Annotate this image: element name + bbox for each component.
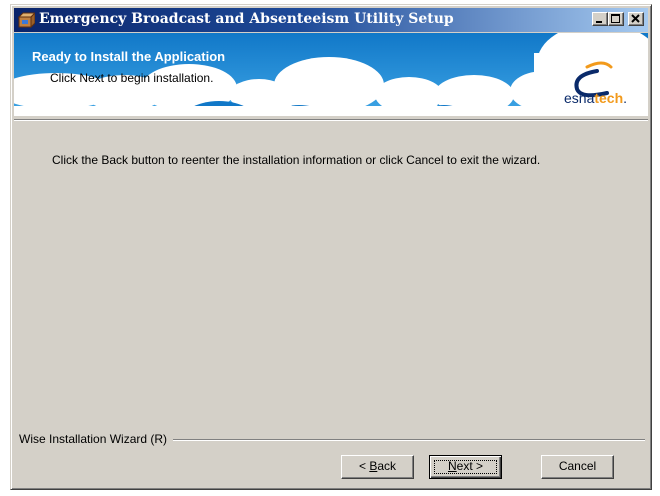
banner-subtitle: Click Next to begin installation. — [50, 71, 214, 85]
minimize-icon[interactable] — [592, 12, 608, 26]
close-icon[interactable] — [628, 12, 644, 26]
setup-box-icon — [17, 11, 37, 29]
banner-divider — [14, 119, 648, 121]
window-title: Emergency Broadcast and Absenteeism Util… — [39, 11, 454, 27]
instruction-text: Click the Back button to reenter the ins… — [52, 153, 541, 167]
esnatech-logo: esnatech. — [564, 90, 628, 106]
maximize-icon[interactable] — [608, 12, 624, 26]
setup-window: Emergency Broadcast and Absenteeism Util… — [10, 4, 652, 490]
next-button[interactable]: Next > — [429, 455, 502, 479]
banner-title: Ready to Install the Application — [32, 49, 226, 64]
back-button[interactable]: < Back — [341, 455, 414, 479]
wizard-brand-label: Wise Installation Wizard (R) — [19, 432, 174, 446]
cancel-button[interactable]: Cancel — [541, 455, 614, 479]
wizard-banner: Ready to Install the Application Click N… — [14, 33, 648, 116]
title-bar[interactable]: Emergency Broadcast and Absenteeism Util… — [14, 8, 648, 32]
